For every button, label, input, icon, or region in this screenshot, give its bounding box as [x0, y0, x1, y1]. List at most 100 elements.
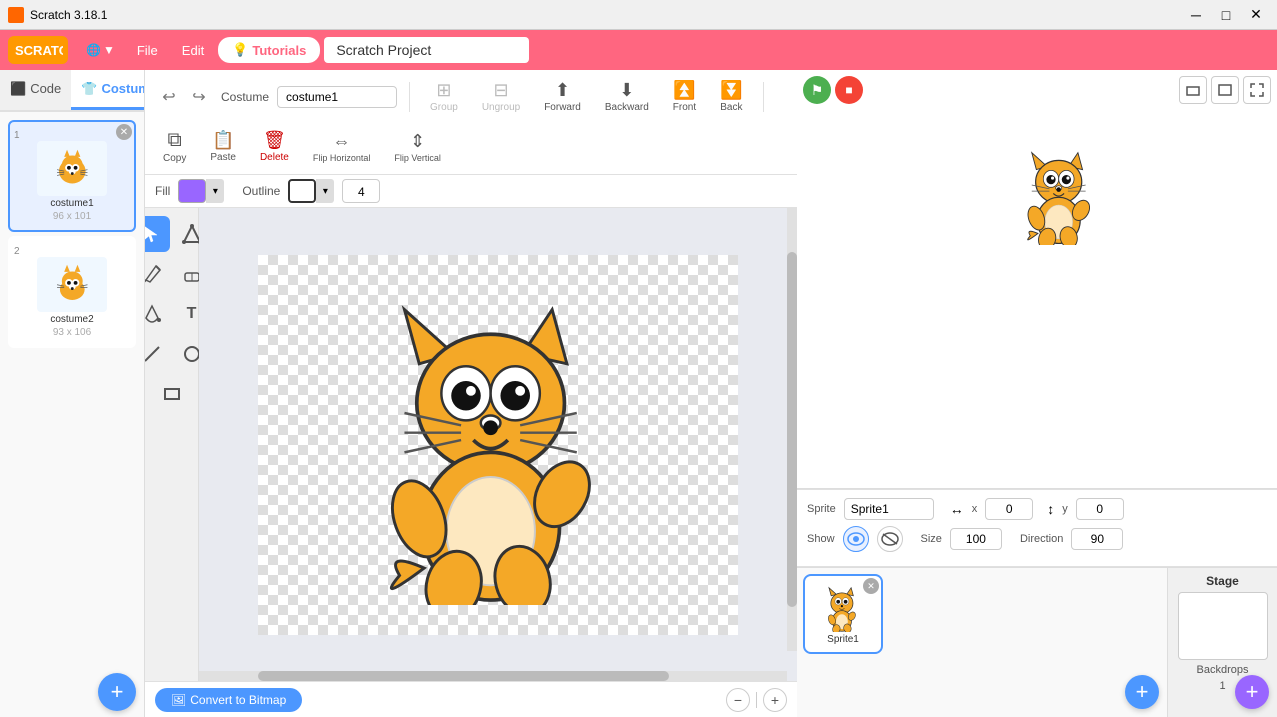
close-button[interactable]: ✕: [1243, 5, 1269, 25]
horizontal-scrollbar-thumb[interactable]: [258, 671, 670, 681]
ungroup-icon: ⊟: [493, 80, 508, 101]
outline-color-swatch[interactable]: [288, 179, 316, 203]
line-tool-button[interactable]: [145, 336, 170, 372]
globe-menu[interactable]: 🌐 ▼: [78, 39, 123, 61]
small-stage-button[interactable]: [1179, 76, 1207, 104]
toolbar-separator-2: [763, 82, 764, 112]
back-icon: ⏬: [720, 80, 742, 101]
stage-area: ⚑ ■: [797, 70, 1277, 489]
scrollbar-thumb[interactable]: [787, 252, 797, 606]
costume-item-1[interactable]: ✕ 1: [8, 120, 136, 232]
outline-color-picker[interactable]: ▾: [288, 179, 334, 203]
drawing-canvas[interactable]: [258, 255, 738, 635]
costume1-delete-button[interactable]: ✕: [116, 124, 132, 140]
minimize-button[interactable]: ─: [1183, 5, 1209, 25]
canvas-container[interactable]: [199, 208, 797, 681]
costume1-number: 1: [14, 130, 20, 141]
zoom-out-button[interactable]: −: [726, 688, 750, 712]
paste-label: Paste: [210, 152, 236, 163]
back-label: Back: [720, 102, 742, 113]
sprite1-label: Sprite1: [827, 634, 859, 645]
costume-item-2[interactable]: 2: [8, 236, 136, 348]
costume2-size: 93 x 106: [53, 327, 91, 338]
stage-canvas[interactable]: [797, 70, 1277, 488]
group-button[interactable]: ⊞ Group: [422, 76, 466, 117]
tutorials-button[interactable]: 💡 Tutorials: [218, 37, 320, 63]
file-menu[interactable]: File: [127, 39, 168, 62]
costumes-tab-icon: 👕: [81, 81, 97, 97]
convert-icon: 🖼: [171, 693, 186, 707]
y-coord-input[interactable]: [1076, 498, 1124, 520]
sprite-name-input[interactable]: [844, 498, 934, 520]
forward-button[interactable]: ⬆ Forward: [536, 76, 589, 117]
convert-to-bitmap-button[interactable]: 🖼 Convert to Bitmap: [155, 688, 302, 712]
outline-width-value: 4: [342, 179, 380, 203]
code-tab[interactable]: ⬛ Code: [0, 70, 71, 110]
stage-view-controls: [1179, 76, 1271, 104]
titlebar-controls: ─ □ ✕: [1183, 5, 1269, 25]
fill-color-swatch[interactable]: [178, 179, 206, 203]
direction-input[interactable]: [1071, 528, 1123, 550]
costumes-tab[interactable]: 👕 Costumes: [71, 70, 145, 110]
copy-button[interactable]: ⧉ Copy: [155, 125, 194, 168]
costume-name-label: Costume: [221, 90, 269, 104]
fullscreen-button[interactable]: [1243, 76, 1271, 104]
redo-button[interactable]: ↪: [185, 84, 213, 110]
costume2-thumbnail: [37, 257, 107, 312]
stage-mini-thumbnail[interactable]: [1178, 592, 1268, 660]
paste-button[interactable]: 📋 Paste: [202, 126, 244, 167]
zoom-in-button[interactable]: +: [763, 688, 787, 712]
fill-color-dropdown[interactable]: ▾: [206, 179, 224, 203]
rect-tool-button[interactable]: [154, 376, 190, 412]
edit-menu[interactable]: Edit: [172, 39, 214, 62]
backward-button[interactable]: ⬇ Backward: [597, 76, 657, 117]
costume2-label: costume2: [50, 314, 93, 325]
costume-name-field[interactable]: [277, 86, 397, 108]
sprite-name-row: Sprite ↔ x ↕ y: [807, 498, 1267, 520]
vertical-scrollbar[interactable]: [787, 208, 797, 651]
x-arrows-icon: ↔: [950, 501, 964, 517]
stop-button[interactable]: ■: [835, 76, 863, 104]
sprite1-thumbnail[interactable]: ✕: [803, 574, 883, 654]
backdrops-label: Backdrops: [1197, 664, 1249, 676]
flip-h-label: Flip Horizontal: [313, 153, 371, 163]
x-coord-input[interactable]: [985, 498, 1033, 520]
stage-controls: ⚑ ■: [803, 76, 863, 104]
maximize-button[interactable]: □: [1213, 5, 1239, 25]
pencil-tool-button[interactable]: [145, 256, 170, 292]
costume1-thumbnail: [37, 141, 107, 196]
zoom-controls: − +: [726, 688, 787, 712]
outline-color-dropdown[interactable]: ▾: [316, 179, 334, 203]
delete-button[interactable]: 🗑 Delete: [252, 126, 297, 167]
front-button[interactable]: ⏫ Front: [665, 76, 704, 117]
sprite1-delete-button[interactable]: ✕: [863, 578, 879, 594]
costume2-number: 2: [14, 246, 20, 257]
select-tool-button[interactable]: [145, 216, 170, 252]
drawing-tools: T: [145, 208, 199, 681]
menubar: SCRATCH 🌐 ▼ File Edit 💡 Tutorials: [0, 30, 1277, 70]
size-input[interactable]: [950, 528, 1002, 550]
undo-button[interactable]: ↩: [155, 84, 183, 110]
titlebar-title: Scratch 3.18.1: [30, 8, 107, 22]
project-name-input[interactable]: [324, 37, 529, 63]
flip-vertical-button[interactable]: ⇕ Flip Vertical: [386, 127, 449, 167]
ungroup-button[interactable]: ⊟ Ungroup: [474, 76, 528, 117]
fill-color-picker[interactable]: ▾: [178, 179, 224, 203]
large-stage-button[interactable]: [1211, 76, 1239, 104]
scratch-logo: SCRATCH: [8, 36, 68, 64]
editor-tabs-bar: ⬛ Code 👕 Costumes 🔊 Sounds: [0, 70, 144, 112]
horizontal-scrollbar[interactable]: [199, 671, 787, 681]
add-backdrop-button[interactable]: +: [1235, 675, 1269, 709]
add-sprite-button[interactable]: +: [1125, 675, 1159, 709]
flip-horizontal-button[interactable]: ⇔ Flip Horizontal: [305, 127, 379, 167]
show-visible-button[interactable]: [843, 526, 869, 552]
show-hidden-button[interactable]: [877, 526, 903, 552]
stage-panel-label: Stage: [1206, 574, 1239, 588]
green-flag-button[interactable]: ⚑: [803, 76, 831, 104]
outline-label: Outline: [242, 184, 280, 198]
costume-toolbar: ↩ ↪ Costume ⊞ Group ⊟ Ungroup ⬆ Forward …: [145, 70, 797, 175]
add-costume-button[interactable]: +: [98, 673, 136, 711]
back-button[interactable]: ⏬ Back: [712, 76, 750, 117]
add-costume-area: +: [0, 667, 144, 717]
fill-tool-button[interactable]: [145, 296, 170, 332]
